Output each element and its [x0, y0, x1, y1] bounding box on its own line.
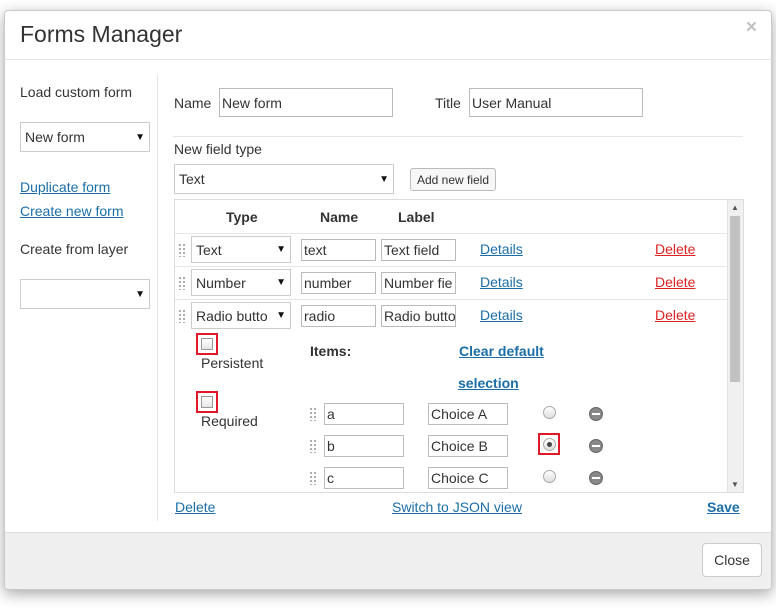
field-name-input[interactable]: number: [301, 272, 376, 294]
field-type-value: Text: [196, 241, 222, 258]
item-value-input[interactable]: c: [324, 467, 404, 489]
create-new-form-link[interactable]: Create new form: [20, 203, 123, 219]
chevron-down-icon: ▼: [276, 244, 286, 255]
fields-table: Type Name Label Text ▼ text Text field D…: [174, 199, 744, 493]
remove-item-icon[interactable]: [589, 439, 603, 453]
field-name-input[interactable]: text: [301, 239, 376, 261]
type-column-header: Type: [226, 209, 258, 225]
chevron-down-icon: ▼: [276, 310, 286, 321]
row-divider: [175, 299, 727, 300]
chevron-down-icon: ▼: [379, 173, 389, 185]
save-link[interactable]: Save: [707, 499, 740, 515]
default-radio[interactable]: [543, 406, 556, 419]
load-form-select[interactable]: New form ▼: [20, 122, 150, 152]
row-divider: [175, 266, 727, 267]
scroll-down-icon[interactable]: ▼: [731, 480, 739, 489]
new-field-type-label: New field type: [174, 141, 262, 157]
default-radio[interactable]: [543, 470, 556, 483]
drag-handle-icon[interactable]: [309, 471, 317, 485]
load-form-select-value: New form: [25, 129, 85, 145]
default-radio-selected[interactable]: [543, 438, 556, 451]
form-title-input[interactable]: User Manual: [469, 88, 643, 117]
name-column-header: Name: [320, 209, 359, 225]
drag-handle-icon[interactable]: [309, 407, 317, 421]
delete-field-link[interactable]: Delete: [655, 274, 695, 290]
chevron-down-icon: ▼: [135, 288, 145, 300]
title-label: Title: [435, 95, 461, 111]
field-type-select[interactable]: Number ▼: [191, 269, 291, 296]
field-type-value: Radio butto: [196, 307, 268, 324]
panel-divider: [157, 75, 158, 521]
delete-field-link[interactable]: Delete: [655, 241, 695, 257]
dialog-header: Forms Manager ×: [5, 11, 771, 60]
duplicate-form-link[interactable]: Duplicate form: [20, 179, 110, 195]
field-type-value: Number: [196, 274, 246, 291]
details-link[interactable]: Details: [480, 307, 523, 323]
clear-default-selection-link-line2[interactable]: selection: [458, 375, 519, 391]
label-column-header: Label: [398, 209, 435, 225]
close-button[interactable]: Close: [702, 543, 762, 577]
field-label-input[interactable]: Radio butto: [381, 305, 456, 327]
new-field-type-value: Text: [179, 171, 205, 187]
items-label: Items:: [310, 343, 352, 359]
layer-select[interactable]: ▼: [20, 279, 150, 309]
required-checkbox[interactable]: [196, 391, 218, 413]
details-link[interactable]: Details: [480, 274, 523, 290]
details-link[interactable]: Details: [480, 241, 523, 257]
switch-to-json-link[interactable]: Switch to JSON view: [392, 499, 522, 515]
table-scrollbar[interactable]: ▲ ▼: [727, 200, 743, 492]
chevron-down-icon: ▼: [276, 277, 286, 288]
load-custom-form-label: Load custom form: [20, 84, 133, 100]
dialog-title: Forms Manager: [20, 21, 183, 47]
drag-handle-icon[interactable]: [309, 439, 317, 453]
drag-handle-icon[interactable]: [178, 243, 186, 257]
persistent-label: Persistent: [201, 355, 264, 371]
form-name-input[interactable]: New form: [219, 88, 393, 117]
checkbox-box: [201, 396, 213, 408]
item-label-input[interactable]: Choice C: [428, 467, 508, 489]
drag-handle-icon[interactable]: [178, 309, 186, 323]
scroll-up-icon[interactable]: ▲: [731, 203, 739, 212]
close-icon[interactable]: ×: [746, 17, 757, 39]
clear-default-selection-link[interactable]: Clear default: [459, 343, 544, 359]
item-value-input[interactable]: a: [324, 403, 404, 425]
field-type-select[interactable]: Radio butto ▼: [191, 302, 291, 329]
scrollbar-thumb[interactable]: [730, 216, 740, 382]
item-value-input[interactable]: b: [324, 435, 404, 457]
drag-handle-icon[interactable]: [178, 276, 186, 290]
field-label-input[interactable]: Number fie: [381, 272, 456, 294]
create-from-layer-label: Create from layer: [20, 241, 129, 257]
required-label: Required: [201, 413, 258, 429]
delete-field-link[interactable]: Delete: [655, 307, 695, 323]
checkbox-box: [201, 338, 213, 350]
item-label-input[interactable]: Choice B: [428, 435, 508, 457]
row-divider: [175, 233, 727, 234]
forms-manager-dialog: Forms Manager × Load custom form New for…: [4, 10, 772, 590]
remove-item-icon[interactable]: [589, 407, 603, 421]
field-type-select[interactable]: Text ▼: [191, 236, 291, 263]
field-name-input[interactable]: radio: [301, 305, 376, 327]
field-label-input[interactable]: Text field: [381, 239, 456, 261]
divider: [173, 136, 743, 137]
persistent-checkbox[interactable]: [196, 333, 218, 355]
item-label-input[interactable]: Choice A: [428, 403, 508, 425]
add-new-field-button[interactable]: Add new field: [410, 168, 496, 191]
chevron-down-icon: ▼: [135, 131, 145, 143]
name-label: Name: [174, 95, 212, 111]
delete-form-link[interactable]: Delete: [175, 499, 215, 515]
dialog-footer: Close: [5, 532, 771, 589]
remove-item-icon[interactable]: [589, 471, 603, 485]
new-field-type-select[interactable]: Text ▼: [174, 164, 394, 194]
